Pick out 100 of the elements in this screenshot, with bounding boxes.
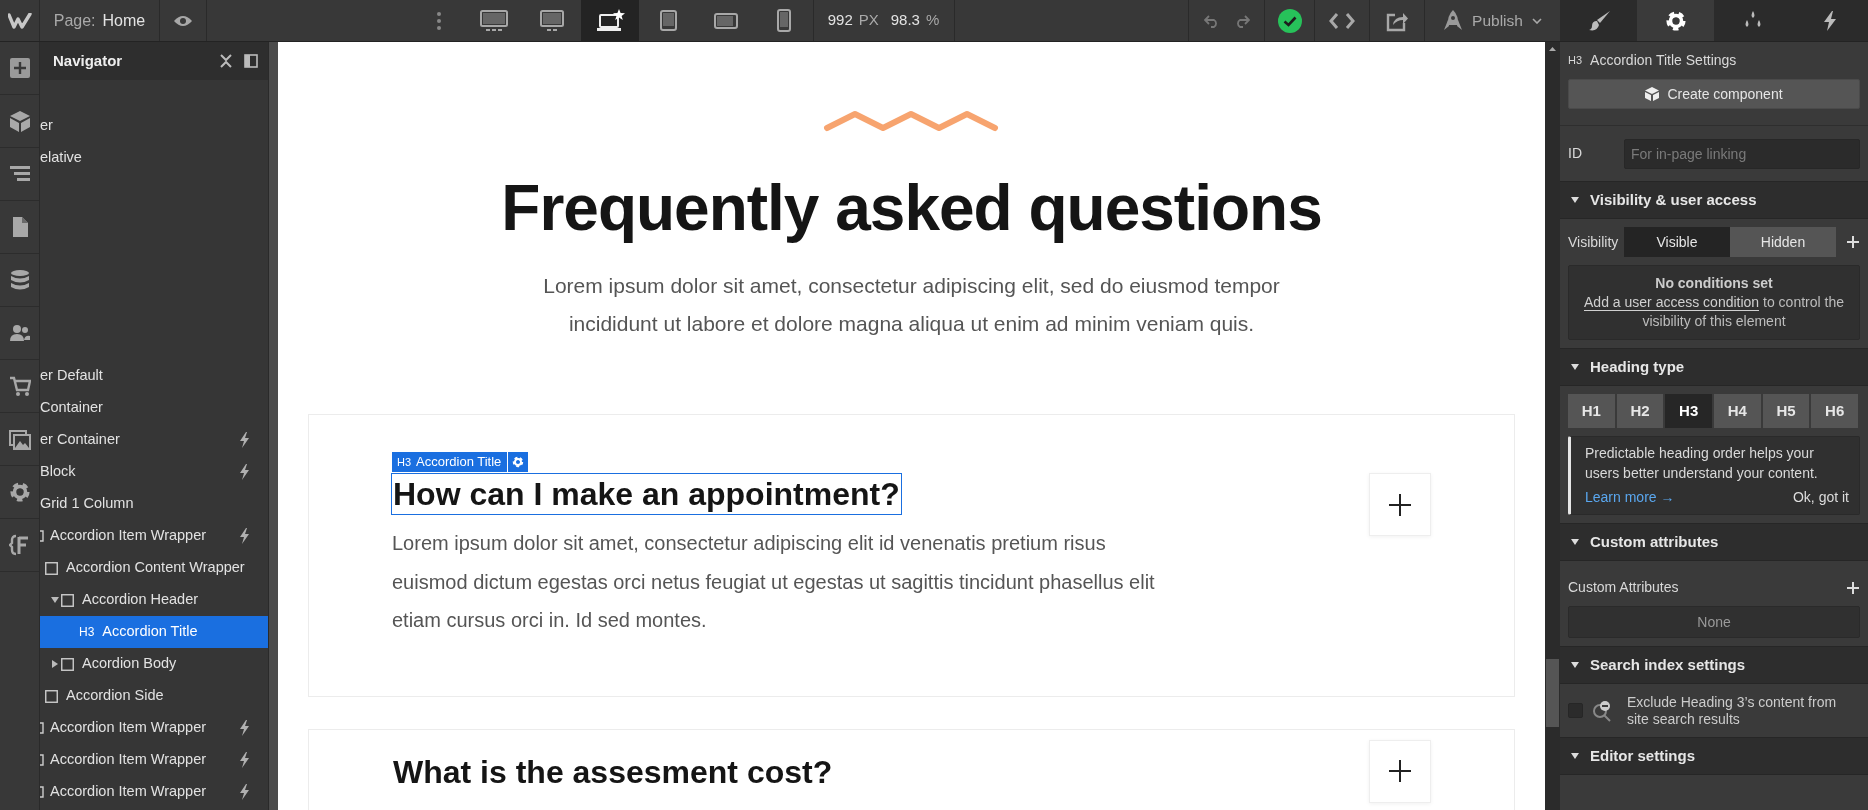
heading-option[interactable]: H6 <box>1811 394 1861 428</box>
conditions-text: Add a user access condition to control the visibility of this element <box>1583 293 1845 331</box>
heading-option[interactable]: H1 <box>1568 394 1617 428</box>
box-icon <box>45 689 58 703</box>
field-label: Custom Attributes <box>1568 578 1679 597</box>
field-label: ID <box>1568 144 1583 163</box>
navigator-item[interactable]: Accordion Content Wrapper <box>40 552 268 584</box>
laptop-star-icon <box>594 8 625 33</box>
caret-down-icon[interactable] <box>1570 363 1580 371</box>
element-name: Accordion Title <box>416 453 503 472</box>
section-title: Search index settings <box>1590 654 1746 675</box>
cube-icon <box>1645 87 1660 101</box>
publish-button[interactable]: Publish <box>1425 0 1560 41</box>
navigator-item[interactable]: er Default <box>40 360 268 392</box>
tip-text: Predictable heading order helps your users better understand your content. <box>1585 444 1819 483</box>
desktop-icon <box>478 8 509 33</box>
plus-icon <box>1388 759 1412 783</box>
brace-icon[interactable] <box>8 534 31 556</box>
panel-title: Accordion Title Settings <box>1590 51 1737 70</box>
box-icon <box>45 561 58 575</box>
settings-icon <box>1664 9 1687 32</box>
conditions-title: No conditions set <box>1654 274 1774 293</box>
heading-option[interactable]: H4 <box>1714 394 1763 428</box>
navigator-item[interactable]: elative <box>40 142 268 174</box>
question-heading: What is the assesment cost? <box>392 752 834 792</box>
navigator-item[interactable]: Accordion Side <box>40 680 268 712</box>
zoom-unit: % <box>925 10 940 31</box>
navigator-item[interactable]: Accordion Item Wrapper <box>40 520 268 552</box>
tag-icon: H3 <box>1568 52 1583 69</box>
code-icon[interactable] <box>1329 11 1355 30</box>
heading-option[interactable]: H3 <box>1665 394 1714 428</box>
navigator-item[interactable]: Accordion Item Wrapper <box>40 712 268 744</box>
caret-down-icon[interactable] <box>1570 661 1580 669</box>
visibility-option[interactable]: Hidden <box>1730 227 1836 257</box>
learn-more-link[interactable]: Learn more → <box>1585 487 1675 508</box>
images-icon[interactable] <box>8 428 31 450</box>
navigator-item[interactable]: Accordion Item Wrapper <box>40 776 268 808</box>
navigator-item[interactable]: Accordion Header <box>40 584 268 616</box>
caret-down-icon[interactable] <box>1570 196 1580 204</box>
add-icon[interactable] <box>1846 235 1860 249</box>
caret-down-icon[interactable] <box>1570 538 1580 546</box>
expand-button[interactable] <box>1369 739 1431 803</box>
dismiss-link[interactable]: Ok, got it <box>1792 487 1849 508</box>
navigator-item[interactable]: Accordion Item Wrapper <box>40 744 268 776</box>
panel-title: Navigator <box>53 50 124 71</box>
box-icon <box>61 593 74 607</box>
undo-icon[interactable] <box>1203 13 1220 28</box>
section-title: Editor settings <box>1590 745 1695 766</box>
question-heading: How can I make an appointment? <box>392 474 901 514</box>
navigator-item[interactable]: Grid 1 Column <box>40 488 268 520</box>
create-component-button[interactable]: Create component <box>1568 79 1860 109</box>
caret-down-icon[interactable] <box>1570 752 1580 760</box>
eye-icon[interactable] <box>173 13 193 28</box>
cart-icon[interactable] <box>8 375 31 397</box>
scrollbar-thumb[interactable] <box>1546 659 1559 727</box>
more-icon[interactable] <box>436 11 441 30</box>
navigator-item[interactable]: Container <box>40 392 268 424</box>
navigator-item[interactable]: H3 Accordion Title <box>40 616 268 648</box>
box-icon <box>40 722 44 734</box>
box-icon <box>40 786 44 798</box>
cube-icon[interactable] <box>8 110 31 132</box>
width-value: 992 <box>827 10 853 31</box>
navigator-item[interactable]: Acordion Body <box>40 648 268 680</box>
logo-icon <box>7 12 32 29</box>
check-icon[interactable] <box>1277 8 1302 33</box>
collapse-icon[interactable] <box>220 54 232 68</box>
dock-icon[interactable] <box>244 54 258 68</box>
heading-option[interactable]: H5 <box>1762 394 1812 428</box>
database-icon[interactable] <box>8 269 31 291</box>
panel-tab[interactable] <box>1560 0 1637 41</box>
intro-text: Lorem ipsum dolor sit amet, consectetur adipiscing elit, sed do eiusmod tempor incididunt ut labore et dolore magna aliqua ut enim ad minim veniam quis. <box>542 273 1281 337</box>
panel-tab[interactable] <box>1791 0 1868 41</box>
heading-option[interactable]: H2 <box>1616 394 1666 428</box>
rocket-icon <box>1443 9 1464 32</box>
page-label: Page: <box>53 10 96 31</box>
visibility-option[interactable]: Visible <box>1624 227 1730 257</box>
section-title: Heading type <box>1590 356 1685 377</box>
settings-icon[interactable] <box>8 481 31 503</box>
tag-icon: H3 <box>79 623 95 641</box>
navigator-item[interactable]: er <box>40 110 268 142</box>
brush-icon <box>1587 9 1610 32</box>
box-icon <box>40 754 44 766</box>
page-name[interactable]: Home <box>102 8 146 33</box>
expand-button[interactable] <box>1369 473 1431 536</box>
caret-icon <box>1531 17 1542 24</box>
users-icon[interactable] <box>8 322 31 344</box>
page-heading: Frequently asked questions <box>501 171 1322 246</box>
navigator-item[interactable]: er Container <box>40 424 268 456</box>
answer-text: Lorem ipsum dolor sit amet, consectetur adipiscing elit id venenatis pretium risus euismod dictum egestas orci netus feugiat ut egestas ut sagittis tincidunt phasellus elit etiam cursus orci in. Id sed montes. <box>392 531 1156 633</box>
box-icon <box>40 530 44 542</box>
add-icon[interactable] <box>8 57 31 79</box>
device-button[interactable] <box>580 0 639 41</box>
caret-down-icon[interactable] <box>49 595 61 605</box>
box-icon <box>61 657 74 671</box>
field-label: Visibility <box>1568 232 1620 252</box>
tag-icon: H3 <box>392 453 417 471</box>
id-field[interactable]: For in-page linking <box>1624 138 1860 169</box>
navigator-item[interactable]: Block <box>40 456 268 488</box>
add-icon[interactable] <box>1846 580 1860 595</box>
condition-link[interactable]: Add a user access condition <box>1584 294 1760 311</box>
